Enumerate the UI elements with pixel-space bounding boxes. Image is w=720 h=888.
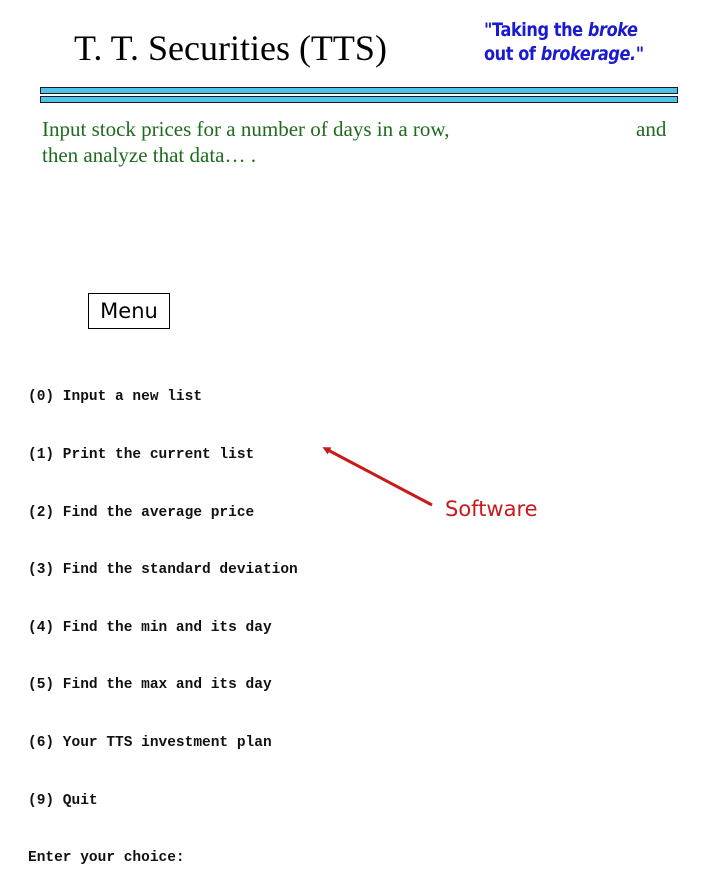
console-prompt: Enter your choice: bbox=[28, 850, 185, 867]
slogan-text: " bbox=[635, 43, 644, 65]
menu-option: (3) Find the standard deviation bbox=[28, 562, 298, 579]
intro-text: Input stock prices for a number of days … bbox=[42, 116, 449, 168]
console-output: (0) Input a new list (1) Print the curre… bbox=[28, 350, 298, 888]
slogan-line-2: out of brokerage." bbox=[484, 42, 644, 66]
arrow-line bbox=[322, 447, 433, 507]
intro-line: then analyze that data… . bbox=[42, 143, 256, 167]
intro-trailing-word: and bbox=[636, 117, 667, 141]
menu-option: (6) Your TTS investment plan bbox=[28, 735, 272, 752]
header-divider-bottom bbox=[40, 96, 678, 103]
menu-label: Menu bbox=[100, 299, 158, 323]
menu-option: (1) Print the current list bbox=[28, 447, 255, 464]
page-title: T. T. Securities (TTS) bbox=[74, 28, 387, 68]
slogan-emphasis: brokerage. bbox=[540, 43, 636, 65]
annotation-label: Software bbox=[445, 497, 538, 521]
menu-option: (5) Find the max and its day bbox=[28, 677, 272, 694]
slogan: "Taking the broke out of brokerage." bbox=[484, 18, 644, 66]
menu-option: (4) Find the min and its day bbox=[28, 619, 272, 636]
intro-line: Input stock prices for a number of days … bbox=[42, 117, 450, 141]
menu-option: (9) Quit bbox=[28, 792, 98, 809]
slogan-emphasis: broke bbox=[587, 19, 638, 41]
header-divider-top bbox=[40, 87, 678, 94]
menu-label-box: Menu bbox=[88, 293, 170, 329]
menu-option: (2) Find the average price bbox=[28, 504, 255, 521]
slogan-text: out of bbox=[484, 43, 541, 65]
menu-option: (0) Input a new list bbox=[28, 389, 203, 406]
slogan-line-1: "Taking the broke bbox=[484, 18, 638, 42]
slogan-text: "Taking the bbox=[484, 19, 588, 41]
